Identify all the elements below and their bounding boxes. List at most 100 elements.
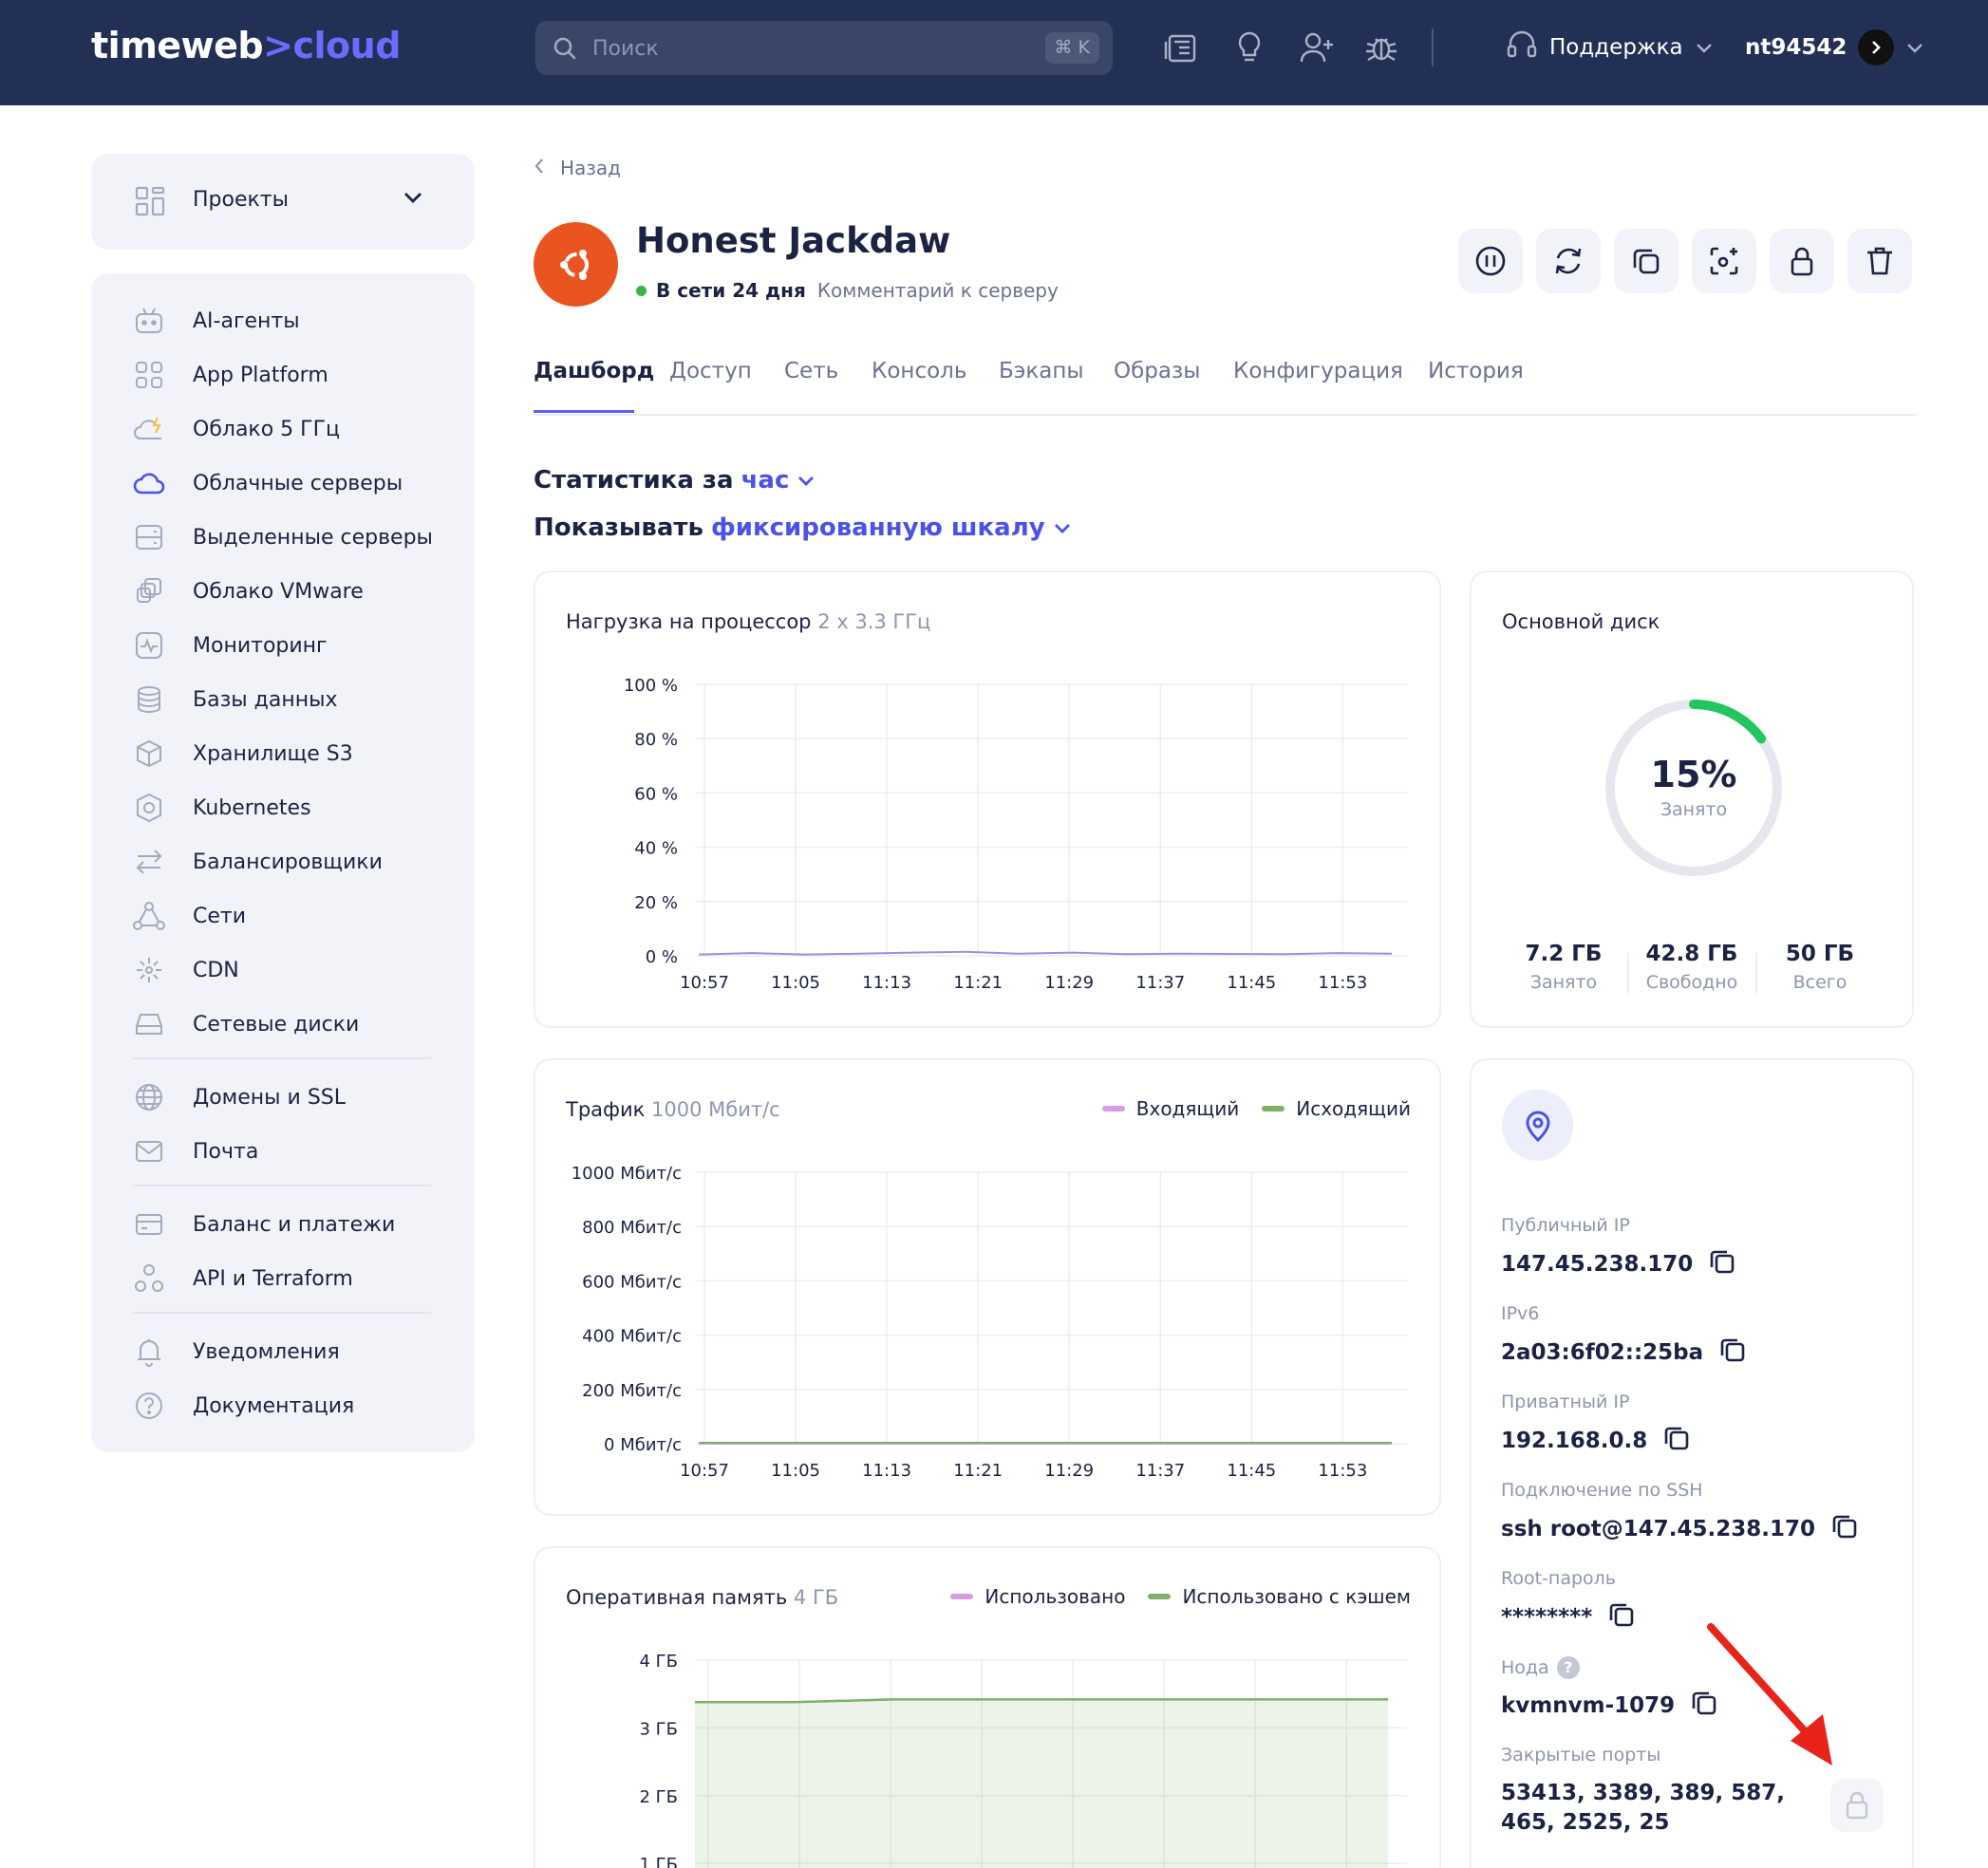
- chevron-down-icon: [403, 190, 423, 209]
- red-arrow-annotation: [1707, 1623, 1832, 1765]
- ram-chart: 4 ГБ 3 ГБ 2 ГБ 1 ГБ: [640, 1652, 1407, 1868]
- disk-ring-fill: [1689, 700, 1767, 744]
- delete-button[interactable]: [1847, 229, 1912, 293]
- ipv6-value: 2a03:6f02::25ba: [1501, 1336, 1747, 1370]
- tab-images[interactable]: Образы: [1114, 359, 1200, 383]
- y-tick-label: 400 Мбит/с: [582, 1327, 682, 1347]
- bug-icon[interactable]: [1363, 30, 1399, 68]
- pause-button[interactable]: [1458, 229, 1523, 293]
- sidebar-item-mail[interactable]: Почта: [133, 1132, 258, 1170]
- search-shortcut: ⌘ K: [1044, 32, 1099, 64]
- y-tick-label: 0 %: [646, 947, 678, 967]
- sidebar-item-vmware[interactable]: Облако VMware: [133, 572, 364, 610]
- sidebar-item-balancers[interactable]: Балансировщики: [133, 843, 383, 881]
- copy-icon[interactable]: [1662, 1424, 1691, 1458]
- sidebar-item-network-disks[interactable]: Сетевые диски: [133, 1005, 359, 1043]
- y-tick-label: 20 %: [634, 893, 678, 913]
- sidebar-item-domains[interactable]: Домены и SSL: [133, 1078, 346, 1116]
- copy-icon[interactable]: [1830, 1512, 1859, 1546]
- traffic-chart: 1000 Мбит/с 800 Мбит/с 600 Мбит/с 400 Мбит/…: [572, 1164, 1407, 1481]
- arrows-icon: [133, 846, 165, 878]
- clone-button[interactable]: [1614, 229, 1679, 293]
- sidebar-item-billing[interactable]: Баланс и платежи: [133, 1205, 395, 1243]
- x-tick-label: 11:21: [953, 973, 1003, 993]
- sidebar-item-monitoring[interactable]: Мониторинг: [133, 626, 328, 664]
- reboot-button[interactable]: [1536, 229, 1601, 293]
- sidebar-divider: [133, 1312, 431, 1314]
- sidebar-item-databases[interactable]: Базы данных: [133, 681, 338, 719]
- y-tick-label: 40 %: [634, 839, 678, 859]
- ports-lock-button[interactable]: [1830, 1779, 1884, 1832]
- sidebar-item-s3[interactable]: Хранилище S3: [133, 735, 353, 773]
- tab-access[interactable]: Доступ: [669, 359, 752, 383]
- public-ip-label: Публичный IP: [1501, 1215, 1630, 1236]
- chevron-left-icon: [534, 157, 545, 179]
- copy-icon[interactable]: [1718, 1336, 1747, 1370]
- lightbulb-icon[interactable]: [1232, 30, 1266, 68]
- tab-backups[interactable]: Бэкапы: [999, 359, 1084, 383]
- y-tick-label: 80 %: [634, 730, 678, 750]
- root-password-value: ********: [1501, 1600, 1636, 1634]
- cpu-chart-card: Нагрузка на процессор 2 x 3.3 ГГц 100 % 8…: [534, 570, 1441, 1028]
- server-icon: [133, 521, 165, 553]
- closed-ports-value: 53413, 3389, 389, 587, 465, 2525, 25: [1501, 1781, 1786, 1835]
- sidebar-item-notifications[interactable]: Уведомления: [133, 1333, 340, 1371]
- kubernetes-icon: [133, 792, 165, 824]
- logo[interactable]: timeweb>cloud: [91, 25, 401, 66]
- sidebar-item-cdn[interactable]: CDN: [133, 951, 239, 989]
- sidebar-item-ai-agents[interactable]: AI-агенты: [133, 302, 300, 340]
- y-tick-label: 3 ГБ: [640, 1719, 679, 1739]
- api-icon: [133, 1262, 165, 1295]
- node-label: Нода ?: [1501, 1656, 1580, 1679]
- disk-card-title: Основной диск: [1502, 610, 1660, 633]
- sidebar-item-docs[interactable]: Документация: [133, 1387, 354, 1425]
- stats-period-selector[interactable]: Статистика за час: [534, 466, 816, 495]
- sidebar-divider: [133, 1057, 431, 1059]
- online-dot: [636, 285, 647, 296]
- y-tick-label: 4 ГБ: [640, 1652, 679, 1672]
- database-icon: [133, 683, 165, 716]
- user-menu[interactable]: nt94542: [1745, 27, 1924, 68]
- lock-button[interactable]: [1770, 229, 1834, 293]
- x-tick-label: 11:13: [862, 973, 911, 993]
- ram-chart-card: Оперативная память 4 ГБ Использовано Исп…: [534, 1546, 1441, 1868]
- globe-icon: [133, 1081, 165, 1113]
- tab-history[interactable]: История: [1428, 359, 1524, 383]
- sidebar-item-api[interactable]: API и Terraform: [133, 1260, 353, 1298]
- sidebar-item-app-platform[interactable]: App Platform: [133, 356, 328, 394]
- tab-network[interactable]: Сеть: [784, 359, 838, 383]
- tab-configuration[interactable]: Конфигурация: [1233, 359, 1403, 383]
- reboot-icon: [1555, 248, 1582, 274]
- x-tick-label: 10:57: [680, 1461, 729, 1481]
- disk-total: 50 ГБ Всего: [1785, 942, 1855, 993]
- back-link[interactable]: Назад: [534, 157, 621, 179]
- chevron-right-icon[interactable]: [1858, 29, 1895, 65]
- tab-console[interactable]: Консоль: [872, 359, 966, 383]
- sidebar-item-cloud-5ghz[interactable]: Облако 5 ГГц: [133, 410, 340, 448]
- server-comment-link[interactable]: Комментарий к серверу: [817, 279, 1059, 302]
- news-icon[interactable]: [1164, 30, 1198, 68]
- y-tick-label: 2 ГБ: [640, 1787, 679, 1807]
- disk-percent-caption: Занято: [1660, 799, 1728, 820]
- tab-dashboard[interactable]: Дашборд: [534, 359, 654, 383]
- sidebar-item-dedicated-servers[interactable]: Выделенные серверы: [133, 518, 433, 556]
- x-tick-label: 11:53: [1318, 973, 1367, 993]
- y-tick-label: 60 %: [634, 784, 678, 804]
- copy-icon[interactable]: [1607, 1600, 1636, 1634]
- add-user-icon[interactable]: [1299, 30, 1335, 68]
- apps-icon: [133, 359, 165, 391]
- projects-dropdown[interactable]: Проекты: [91, 154, 475, 250]
- x-tick-label: 11:45: [1227, 1461, 1276, 1481]
- copy-icon[interactable]: [1708, 1247, 1736, 1281]
- sidebar-item-cloud-servers[interactable]: Облачные серверы: [133, 464, 403, 502]
- sidebar-item-kubernetes[interactable]: Kubernetes: [133, 789, 311, 827]
- sidebar-item-networks[interactable]: Сети: [133, 897, 246, 935]
- snapshot-button[interactable]: [1692, 229, 1756, 293]
- search-input[interactable]: Поиск ⌘ K: [535, 21, 1113, 75]
- scale-selector[interactable]: Показывать фиксированную шкалу: [534, 514, 1072, 542]
- help-icon[interactable]: ?: [1556, 1656, 1580, 1679]
- support-menu[interactable]: Поддержка: [1506, 27, 1714, 68]
- ram-cache-area: [695, 1699, 1388, 1868]
- pause-icon: [1475, 246, 1506, 276]
- chevron-down-icon: [1053, 514, 1072, 542]
